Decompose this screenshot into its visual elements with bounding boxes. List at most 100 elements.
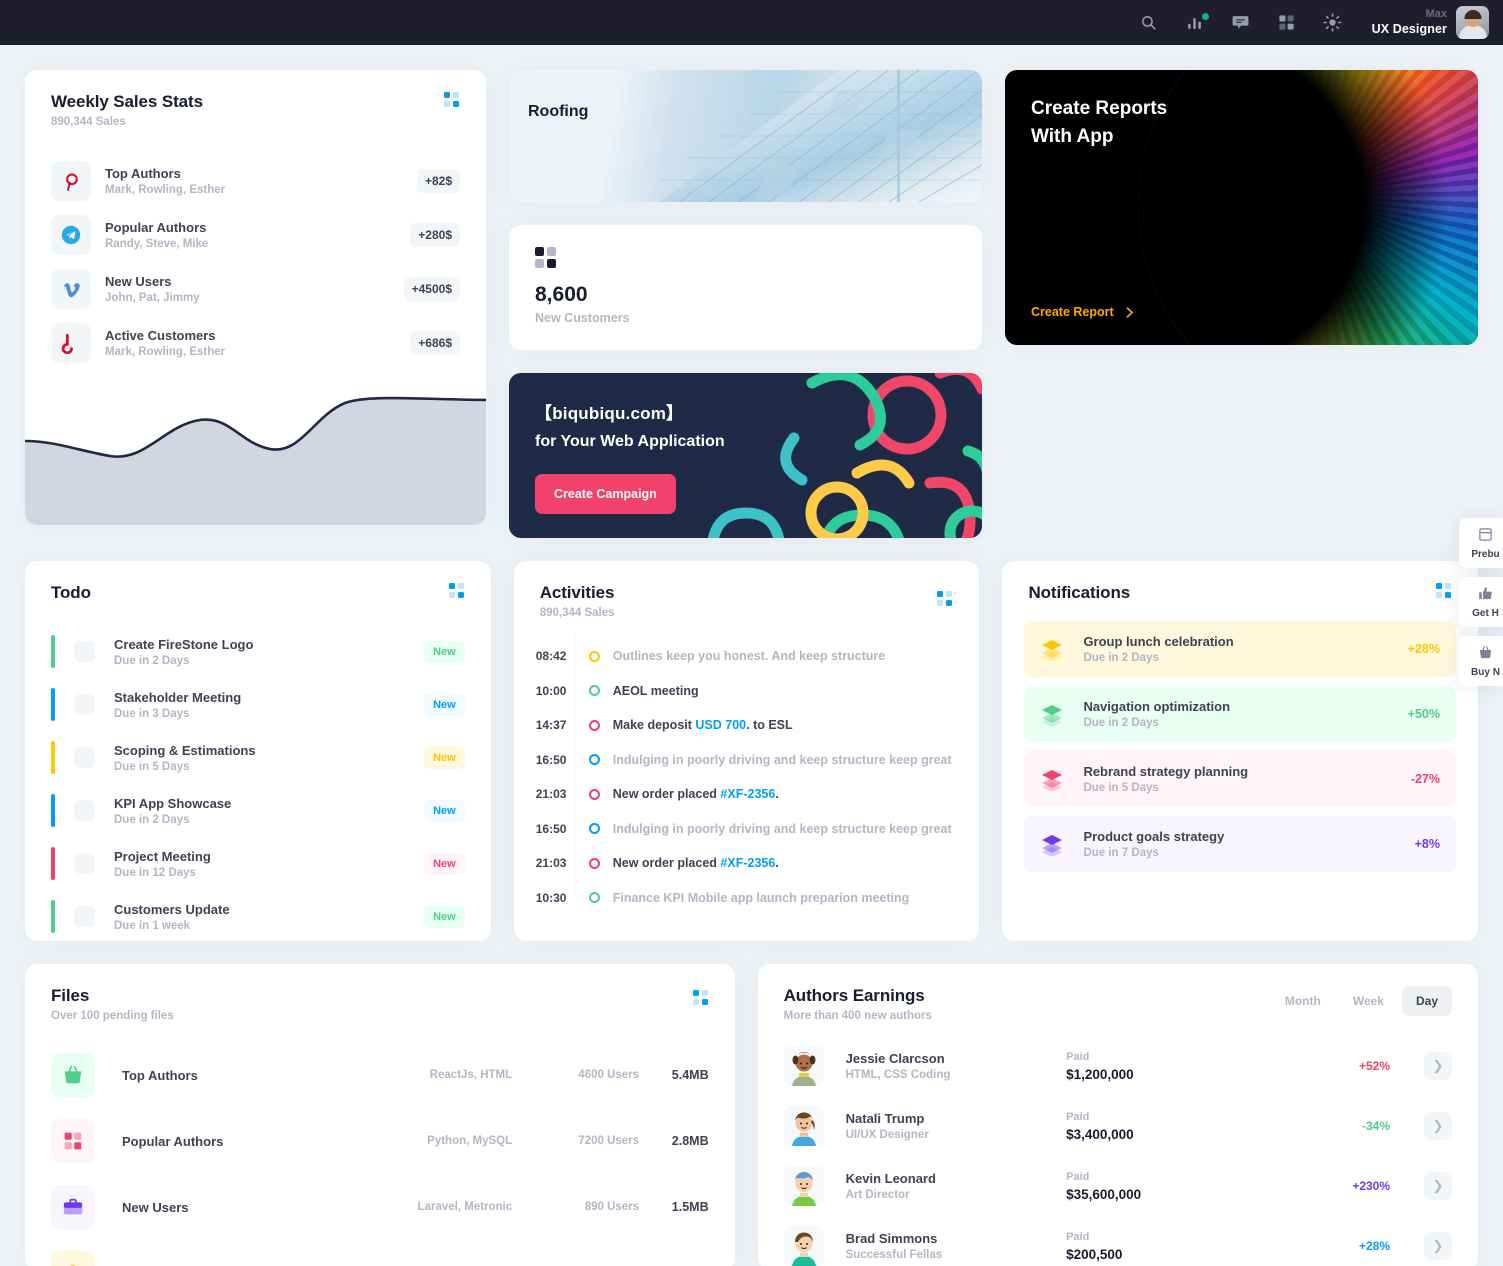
file-tech: ReactJs, HTML [429,1069,513,1081]
amount-badge: +82$ [416,169,460,193]
table-row[interactable]: Jessie Clarcson HTML, CSS Coding Paid $1… [783,1036,1453,1096]
list-item[interactable]: Product goals strategy Due in 7 Days +8% [1024,816,1456,872]
list-item[interactable]: 10:00 AEOL meeting [536,674,954,709]
todo-title: Todo [51,583,91,602]
list-item-info: Scoping & Estimations Due in 5 Days [114,743,424,773]
percent-value: -34% [1362,1119,1391,1133]
user-role: UX Designer [1371,21,1447,36]
chevron-right-icon[interactable]: ❯ [1424,1112,1453,1140]
chevron-right-icon[interactable]: ❯ [1424,1052,1453,1080]
table-row[interactable]: New Users Laravel, Metronic 890 Users 1.… [51,1174,709,1240]
card-menu-grid-icon[interactable] [692,990,709,1006]
user-menu[interactable]: Max UX Designer [1372,6,1489,39]
table-row[interactable]: Natali Trump UI/UX Designer Paid $3,400,… [783,1096,1453,1156]
chevron-right-icon[interactable]: ❯ [1424,1172,1453,1200]
search-icon[interactable] [1136,10,1162,36]
status-badge: New [424,640,465,663]
get-help-button[interactable]: Get H [1459,577,1503,627]
list-item[interactable]: Navigation optimization Due in 2 Days +5… [1024,686,1456,742]
list-item-sub: Due in 5 Days [114,760,190,773]
status-dot [1201,12,1209,20]
percent-value: +50% [1407,707,1440,721]
list-item[interactable]: Group lunch celebration Due in 2 Days +2… [1024,621,1456,677]
list-item-title: Popular Authors [105,220,207,235]
list-item[interactable]: Top Authors Mark, Rowling, Esther +82$ [51,154,460,208]
table-row[interactable]: Brad Simmons Successful Fellas Paid $200… [783,1216,1453,1266]
list-item[interactable]: Create FireStone Logo Due in 2 Days New [51,625,465,678]
files-list: Top Authors ReactJs, HTML 4600 Users 5.4… [25,1022,735,1266]
activity-text: Make deposit USD 700. to ESL [613,718,793,732]
todo-checkbox[interactable] [74,694,95,715]
list-item[interactable]: KPI App Showcase Due in 2 Days New [51,784,465,837]
table-row[interactable]: Popular Authors Python, MySQL 7200 Users… [51,1108,709,1174]
tab-week[interactable]: Week [1339,986,1398,1016]
card-menu-grid-icon[interactable] [937,591,953,607]
tab-day[interactable]: Day [1401,986,1452,1016]
list-item[interactable]: Customers Update Due in 1 week New [51,890,465,941]
todo-checkbox[interactable] [74,747,95,768]
tab-month[interactable]: Month [1271,986,1335,1016]
list-item[interactable]: 16:50 Indulging in poorly driving and ke… [536,812,954,847]
grid-icon[interactable] [1274,10,1300,36]
activity-link[interactable]: #XF-2356 [720,787,775,801]
activity-text: Indulging in poorly driving and keep str… [612,821,952,836]
user-text: Max UX Designer [1372,8,1447,37]
card-menu-grid-icon[interactable] [444,92,460,108]
notifications-list: Group lunch celebration Due in 2 Days +2… [1002,603,1478,872]
todo-checkbox[interactable] [74,906,95,927]
create-report-link[interactable]: Create Report [1031,305,1136,319]
list-item[interactable]: Rebrand strategy planning Due in 5 Days … [1024,751,1456,807]
card-menu-grid-icon[interactable] [1436,583,1452,599]
buy-now-button[interactable]: Buy N [1459,636,1503,686]
card-menu-grid-icon[interactable] [448,583,465,599]
roofing-card[interactable]: Roofing [509,70,982,202]
grid-icon [51,1119,95,1163]
right-column: Create Reports With App Create Report [1005,70,1478,538]
todo-checkbox[interactable] [74,800,95,821]
todo-color-bar [51,635,55,668]
dashboard-page: Weekly Sales Stats 890,344 Sales Top Aut… [0,45,1503,1266]
list-item[interactable]: 21:03 New order placed #XF-2356. [536,777,954,812]
list-item[interactable]: Stakeholder Meeting Due in 3 Days New [51,678,465,731]
brightness-icon[interactable] [1320,10,1346,36]
list-item-title: Product goals strategy [1083,829,1225,844]
list-item[interactable]: 21:03 New order placed #XF-2356. [536,846,954,881]
table-row[interactable]: Active Customers AngularJS, C# 4600 User… [51,1240,709,1266]
campaign-banner: 【biqubiqu.com】 for Your Web Application … [509,373,982,538]
todo-checkbox[interactable] [74,853,95,874]
chevron-right-icon[interactable]: ❯ [1424,1232,1453,1260]
bar-chart-icon[interactable] [1182,10,1209,36]
author-role: HTML, CSS Coding [845,1069,951,1081]
list-item[interactable]: New Users John, Pat, Jimmy +4500$ [51,262,460,316]
table-row[interactable]: Kevin Leonard Art Director Paid $35,600,… [783,1156,1453,1216]
author-name: Brad Simmons [845,1231,938,1246]
list-item[interactable]: Scoping & Estimations Due in 5 Days New [51,731,465,784]
list-item-info: Product goals strategy Due in 7 Days [1083,829,1414,859]
buy-now-label: Buy N [1471,667,1500,678]
authors-list: Jessie Clarcson HTML, CSS Coding Paid $1… [758,1022,1478,1266]
status-badge: New [424,905,465,928]
create-campaign-button[interactable]: Create Campaign [535,474,676,514]
file-size: 2.8MB [671,1134,709,1148]
list-item[interactable]: Popular Authors Randy, Steve, Mike +280$ [51,208,460,262]
table-row[interactable]: Top Authors ReactJs, HTML 4600 Users 5.4… [51,1042,709,1108]
list-item[interactable]: 16:50 Indulging in poorly driving and ke… [536,743,954,778]
todo-checkbox[interactable] [74,641,95,662]
list-item[interactable]: 10:30 Finance KPI Mobile app launch prep… [536,881,954,916]
card-header: Files Over 100 pending files [25,964,735,1022]
campaign-line1: 【biqubiqu.com】 [535,404,684,423]
list-item[interactable]: 14:37 Make deposit USD 700. to ESL [536,708,954,743]
paid-label: Paid [1066,1230,1090,1243]
chat-icon[interactable] [1228,10,1254,36]
list-item[interactable]: Project Meeting Due in 12 Days New [51,837,465,890]
prebuilt-button[interactable]: Prebu [1459,518,1503,568]
activity-text-post: . to ESL [746,718,793,733]
list-item[interactable]: 08:42 Outlines keep you honest. And keep… [536,639,954,674]
activity-link[interactable]: USD 700 [695,718,746,732]
activities-card: Activities 890,344 Sales 08:42 Outlines … [513,561,980,941]
card-header: Activities 890,344 Sales [514,561,980,619]
activity-link[interactable]: #XF-2356 [720,856,775,870]
list-item[interactable]: Active Customers Mark, Rowling, Esther +… [51,316,460,370]
file-tech: Laravel, Metronic [417,1201,513,1213]
avatar[interactable] [1456,6,1489,39]
